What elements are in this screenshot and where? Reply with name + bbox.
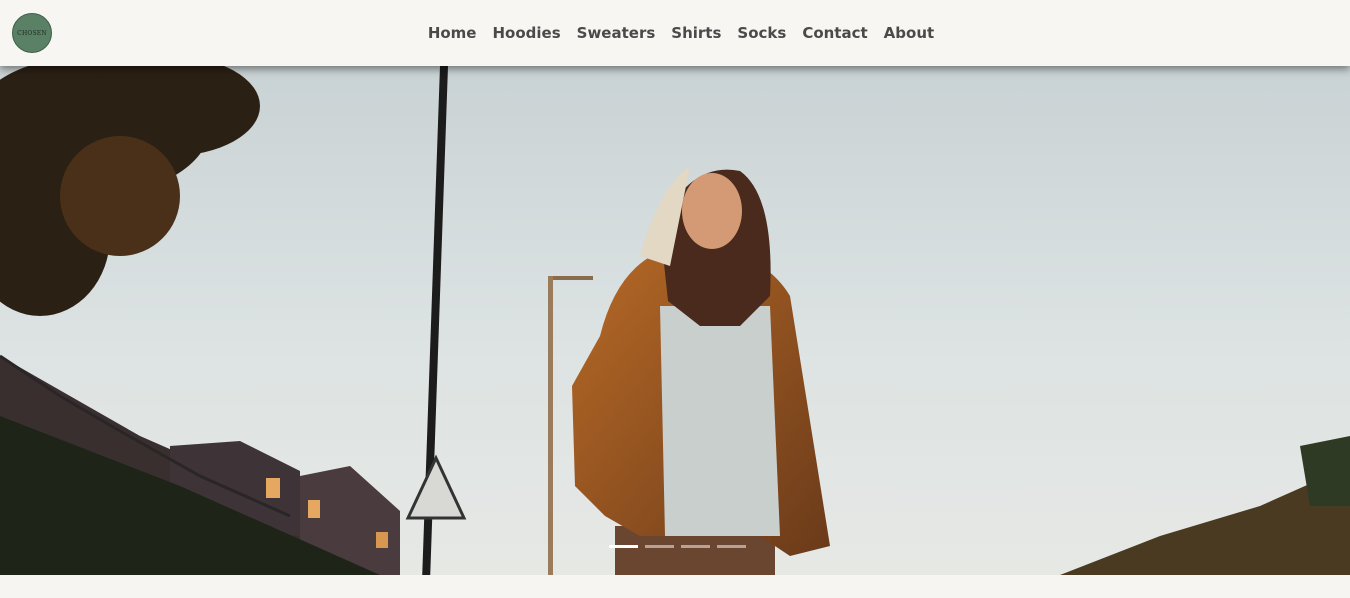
main-nav: Home Hoodies Sweaters Shirts Socks Conta… (0, 0, 1350, 66)
carousel-dot-2[interactable] (645, 545, 674, 548)
nav-hoodies[interactable]: Hoodies (492, 24, 560, 42)
carousel-indicators (609, 545, 746, 548)
hero-image (0, 66, 1350, 575)
carousel-dot-3[interactable] (681, 545, 710, 548)
site-header: CHOSEN Home Hoodies Sweaters Shirts Sock… (0, 0, 1350, 66)
nav-contact[interactable]: Contact (802, 24, 867, 42)
nav-home[interactable]: Home (428, 24, 477, 42)
carousel-dot-1[interactable] (609, 545, 638, 548)
nav-about[interactable]: About (884, 24, 935, 42)
nav-socks[interactable]: Socks (737, 24, 786, 42)
carousel-dot-4[interactable] (717, 545, 746, 548)
nav-sweaters[interactable]: Sweaters (577, 24, 656, 42)
nav-shirts[interactable]: Shirts (671, 24, 721, 42)
page-content-start (0, 575, 1350, 598)
hero-carousel[interactable] (0, 66, 1350, 575)
